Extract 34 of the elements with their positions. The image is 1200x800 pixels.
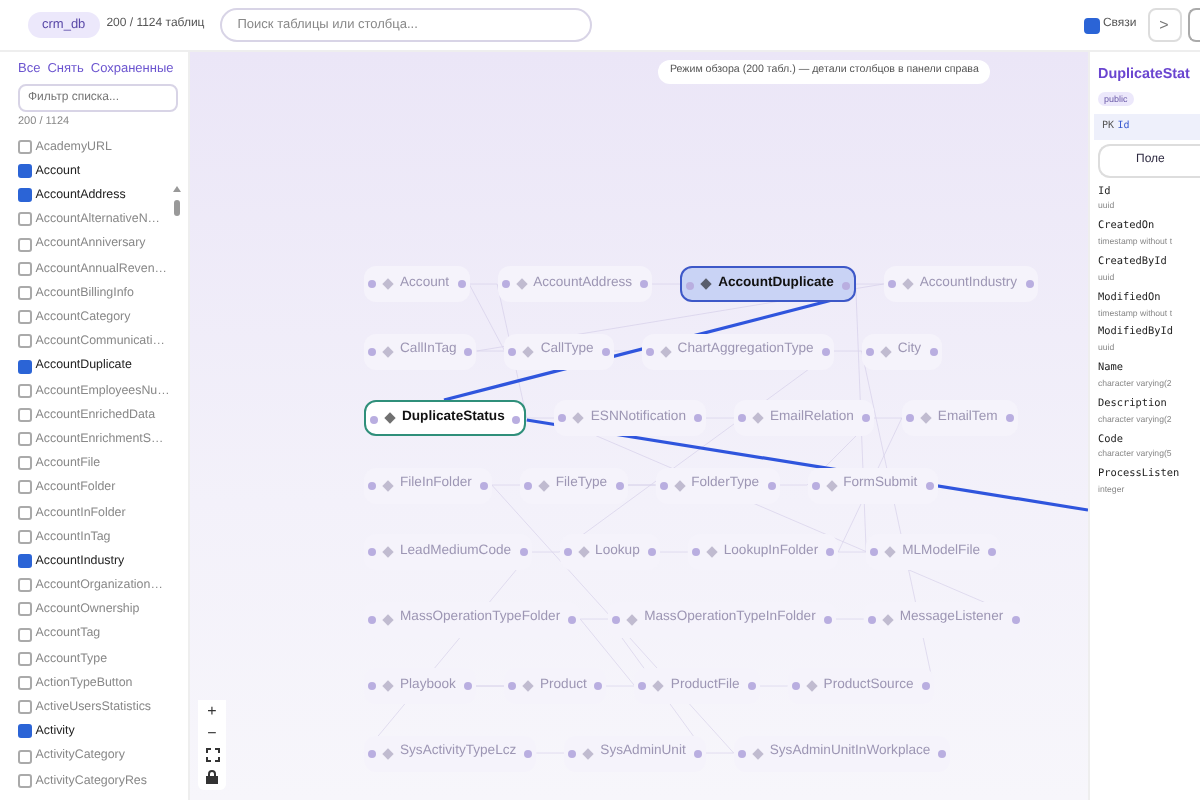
table-checkbox[interactable] bbox=[18, 773, 32, 788]
table-checkbox[interactable] bbox=[18, 602, 32, 617]
scrollbar-thumb[interactable] bbox=[174, 200, 180, 216]
table-checkbox[interactable] bbox=[18, 237, 32, 252]
table-checkbox[interactable] bbox=[18, 407, 32, 422]
scroll-up-icon[interactable] bbox=[173, 186, 181, 192]
table-checkbox[interactable] bbox=[18, 164, 32, 179]
table-checkbox[interactable] bbox=[18, 627, 32, 642]
table-checkbox[interactable] bbox=[18, 700, 32, 715]
table-checkbox[interactable] bbox=[18, 285, 32, 300]
next-button[interactable]: > bbox=[1147, 8, 1181, 42]
table-checkbox[interactable] bbox=[18, 675, 32, 690]
fit-view-icon[interactable] bbox=[205, 748, 219, 762]
table-checkbox[interactable] bbox=[18, 505, 32, 520]
table-checkbox[interactable] bbox=[18, 529, 32, 544]
table-checkbox[interactable] bbox=[18, 212, 32, 227]
table-checkbox[interactable] bbox=[18, 578, 32, 593]
toolbar-button[interactable] bbox=[1188, 8, 1200, 42]
table-checkbox[interactable] bbox=[18, 651, 32, 666]
table-checkbox[interactable] bbox=[18, 456, 32, 471]
table-checkbox[interactable] bbox=[18, 261, 32, 276]
lock-icon[interactable] bbox=[206, 770, 218, 784]
table-checkbox[interactable] bbox=[18, 432, 32, 447]
table-checkbox[interactable] bbox=[18, 383, 32, 398]
relations-checkbox[interactable] bbox=[1083, 17, 1100, 33]
table-checkbox[interactable] bbox=[18, 310, 32, 325]
table-checkbox[interactable] bbox=[18, 188, 32, 203]
table-checkbox[interactable] bbox=[18, 334, 32, 349]
table-checkbox[interactable] bbox=[18, 359, 32, 374]
table-checkbox[interactable] bbox=[18, 749, 32, 764]
table-checkbox[interactable] bbox=[18, 554, 32, 569]
table-checkbox[interactable] bbox=[18, 724, 32, 739]
table-checkbox[interactable] bbox=[18, 480, 32, 495]
table-checkbox[interactable] bbox=[18, 139, 32, 154]
